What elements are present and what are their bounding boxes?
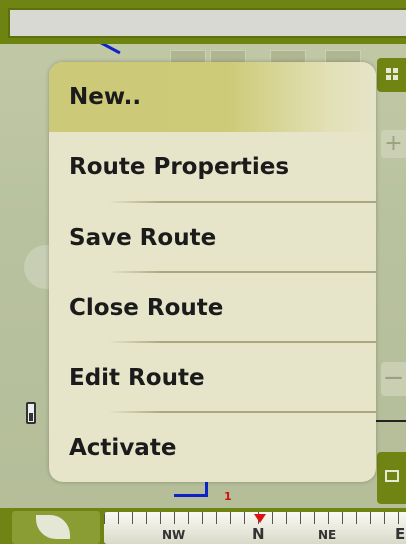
route-line <box>205 482 208 497</box>
route-waypoint-label: 1 <box>224 490 232 503</box>
compass-label-ne: NE <box>318 528 337 542</box>
battery-icon <box>26 402 36 424</box>
layers-icon[interactable] <box>377 452 406 504</box>
zoom-out-icon[interactable]: − <box>381 362 406 396</box>
compass-label-e: E <box>395 525 406 543</box>
search-field[interactable] <box>8 8 406 38</box>
compass-label-n: N <box>252 525 265 543</box>
menu-item-save-route[interactable]: Save Route <box>49 203 376 273</box>
compass-label-nw: NW <box>162 528 186 542</box>
top-bar <box>0 0 406 44</box>
menu-item-close-route[interactable]: Close Route <box>49 273 376 343</box>
grid-icon[interactable] <box>377 58 406 92</box>
menu-item-edit-route[interactable]: Edit Route <box>49 343 376 413</box>
menu-item-new[interactable]: New.. <box>49 62 376 132</box>
menu-item-route-properties[interactable]: Route Properties <box>49 132 376 202</box>
route-line <box>376 420 406 422</box>
route-line <box>174 494 206 497</box>
route-context-menu: New.. Route Properties Save Route Close … <box>49 62 376 482</box>
zoom-in-icon[interactable]: + <box>381 130 406 158</box>
menu-item-activate[interactable]: Activate <box>49 413 376 482</box>
compass-north-marker-icon <box>254 514 266 523</box>
